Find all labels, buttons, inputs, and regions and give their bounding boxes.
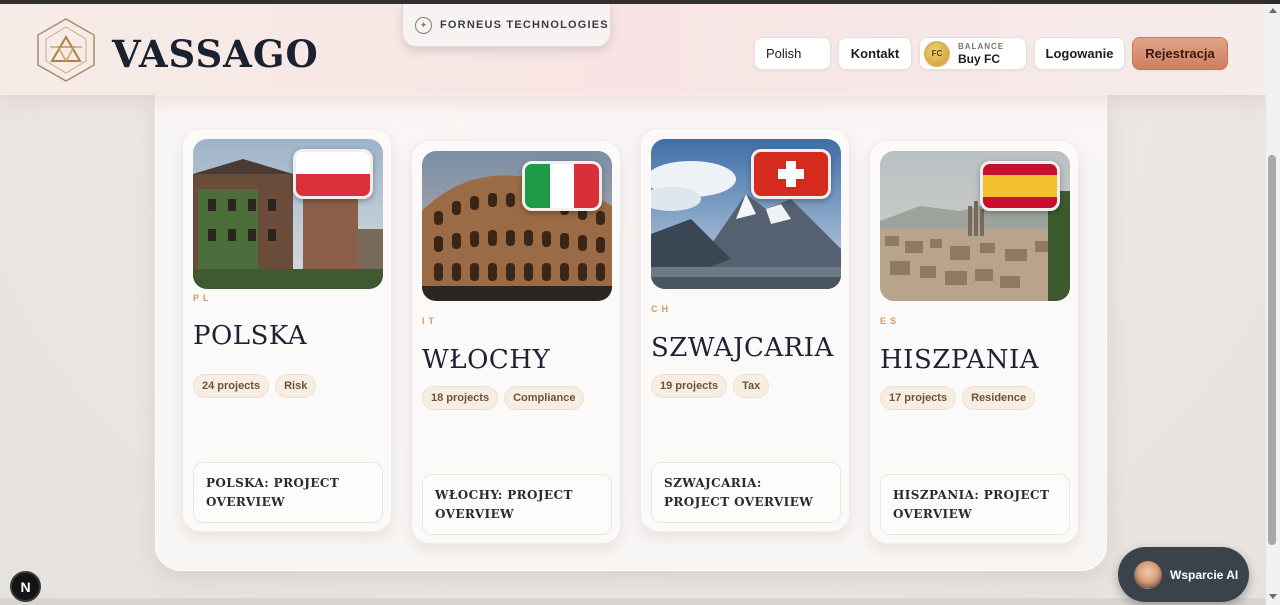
country-code: IT — [422, 316, 438, 326]
project-overview-link[interactable]: WŁOCHY: PROJECT OVERVIEW — [422, 474, 612, 535]
projects-tag[interactable]: 24 projects — [193, 374, 270, 398]
tag-list: 17 projects Residence — [880, 386, 1036, 410]
spain-flag — [980, 161, 1060, 211]
tag-list: 24 projects Risk — [193, 374, 317, 398]
projects-tag[interactable]: 19 projects — [651, 374, 728, 398]
forneus-emblem-icon: ✦ — [415, 16, 432, 34]
italy-photo — [422, 151, 612, 301]
support-label: Wsparcie AI — [1170, 567, 1239, 582]
country-name: HISZPANIA — [880, 345, 1040, 375]
italy-flag — [522, 161, 602, 211]
switzerland-photo — [651, 139, 841, 289]
switzerland-flag — [751, 149, 831, 199]
country-card-ch[interactable]: CH SZWAJCARIA 19 projects Tax SZWAJCARIA… — [640, 128, 850, 532]
project-overview-link[interactable]: HISZPANIA: PROJECT OVERVIEW — [880, 474, 1070, 535]
contact-button[interactable]: Kontakt — [838, 37, 912, 70]
forneus-label: FORNEUS TECHNOLOGIES — [440, 19, 609, 31]
balance-caption: BALANCE — [958, 41, 1005, 51]
country-code: CH — [651, 304, 672, 314]
country-card-it[interactable]: IT WŁOCHY 18 projects Compliance WŁOCHY:… — [411, 140, 621, 544]
countries-panel: PL POLSKA 24 projects Risk POLSKA: PROJE… — [155, 95, 1107, 571]
ai-support-button[interactable]: Wsparcie AI — [1118, 547, 1249, 602]
scroll-up-arrow-icon[interactable] — [1269, 8, 1277, 13]
country-name: SZWAJCARIA — [651, 333, 834, 363]
spain-photo — [880, 151, 1070, 301]
category-tag[interactable]: Risk — [275, 374, 317, 398]
projects-tag[interactable]: 18 projects — [422, 386, 499, 410]
country-name: POLSKA — [193, 321, 308, 351]
category-tag[interactable]: Tax — [733, 374, 770, 398]
register-button[interactable]: Rejestracja — [1132, 37, 1228, 70]
balance-text: BALANCE Buy FC — [958, 41, 1005, 66]
category-tag[interactable]: Compliance — [504, 386, 585, 410]
projects-tag[interactable]: 17 projects — [880, 386, 957, 410]
poland-photo — [193, 139, 383, 289]
project-overview-link[interactable]: POLSKA: PROJECT OVERVIEW — [193, 462, 383, 523]
page-bottom-edge — [0, 598, 1266, 605]
poland-flag — [293, 149, 373, 199]
project-overview-link[interactable]: SZWAJCARIA: PROJECT OVERVIEW — [651, 462, 841, 523]
nextjs-dev-badge[interactable]: N — [10, 571, 41, 602]
country-code: PL — [193, 293, 213, 303]
site-header: VASSAGO ✦ FORNEUS TECHNOLOGIES Polish Ko… — [0, 4, 1266, 95]
brand-name[interactable]: VASSAGO — [112, 32, 319, 76]
language-select[interactable]: Polish — [754, 37, 831, 70]
scrollbar-thumb[interactable] — [1268, 155, 1276, 545]
fc-coin-icon: FC — [924, 40, 950, 67]
category-tag[interactable]: Residence — [962, 386, 1036, 410]
tag-list: 18 projects Compliance — [422, 386, 585, 410]
country-card-es[interactable]: ES HISZPANIA 17 projects Residence HISZP… — [869, 140, 1079, 544]
country-name: WŁOCHY — [422, 345, 551, 375]
forneus-tab[interactable]: ✦ FORNEUS TECHNOLOGIES — [402, 4, 611, 47]
balance-button[interactable]: FC BALANCE Buy FC — [919, 37, 1027, 70]
buy-fc-label: Buy FC — [958, 51, 1000, 66]
scroll-down-arrow-icon[interactable] — [1269, 594, 1277, 599]
country-card-pl[interactable]: PL POLSKA 24 projects Risk POLSKA: PROJE… — [182, 128, 392, 532]
tag-list: 19 projects Tax — [651, 374, 770, 398]
country-code: ES — [880, 316, 901, 326]
login-button[interactable]: Logowanie — [1034, 37, 1125, 70]
vassago-logo-icon[interactable] — [36, 17, 96, 83]
support-avatar — [1134, 560, 1162, 589]
